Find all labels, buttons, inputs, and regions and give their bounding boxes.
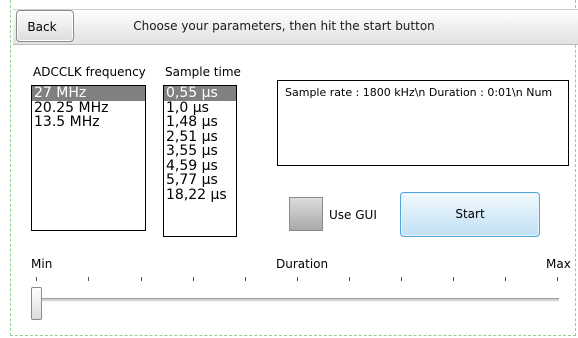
slider-tick	[297, 277, 298, 281]
slider-tick	[401, 277, 402, 281]
sample-time-label: Sample time	[165, 65, 241, 79]
adcclk-item[interactable]: 13.5 MHz	[32, 115, 145, 130]
sample-time-item[interactable]: 18,22 µs	[164, 187, 236, 203]
sample-time-item[interactable]: 0,55 µs	[164, 86, 236, 101]
sample-time-item[interactable]: 1,0 µs	[164, 100, 236, 116]
adcclk-frequency-label: ADCCLK frequency	[33, 65, 146, 79]
adcclk-item[interactable]: 20.25 MHz	[32, 100, 145, 116]
slider-tick	[88, 277, 89, 281]
slider-tick	[505, 277, 506, 281]
sample-time-item[interactable]: 3,55 µs	[164, 144, 236, 159]
slider-tick	[193, 277, 194, 281]
use-gui-label: Use GUI	[329, 208, 377, 222]
adcclk-frequency-list[interactable]: 27 MHz 20.25 MHz 13.5 MHz	[31, 85, 146, 231]
slider-tick	[557, 277, 558, 281]
sample-time-item[interactable]: 5,77 µs	[164, 173, 236, 188]
sample-time-list[interactable]: 0,55 µs 1,0 µs 1,48 µs 2,51 µs 3,55 µs 4…	[163, 85, 237, 237]
slider-tick	[141, 277, 142, 281]
slider-tick	[453, 277, 454, 281]
adcclk-item[interactable]: 27 MHz	[32, 86, 145, 101]
info-textbox[interactable]: Sample rate : 1800 kHz\n Duration : 0:01…	[277, 80, 569, 166]
back-button[interactable]: Back	[16, 10, 74, 42]
sample-time-item[interactable]: 1,48 µs	[164, 115, 236, 130]
sample-time-item[interactable]: 4,59 µs	[164, 158, 236, 174]
slider-min-label: Min	[31, 257, 53, 271]
slider-max-label: Max	[546, 257, 571, 271]
slider-tick	[349, 277, 350, 281]
duration-slider-track[interactable]	[35, 298, 559, 302]
sample-time-item[interactable]: 2,51 µs	[164, 129, 236, 145]
slider-duration-label: Duration	[276, 257, 329, 271]
start-button[interactable]: Start	[400, 192, 540, 237]
slider-tick	[36, 277, 37, 281]
use-gui-checkbox[interactable]	[289, 197, 323, 231]
page-title: Choose your parameters, then hit the sta…	[133, 19, 435, 33]
duration-slider-thumb[interactable]	[31, 287, 42, 320]
slider-tick	[245, 277, 246, 281]
